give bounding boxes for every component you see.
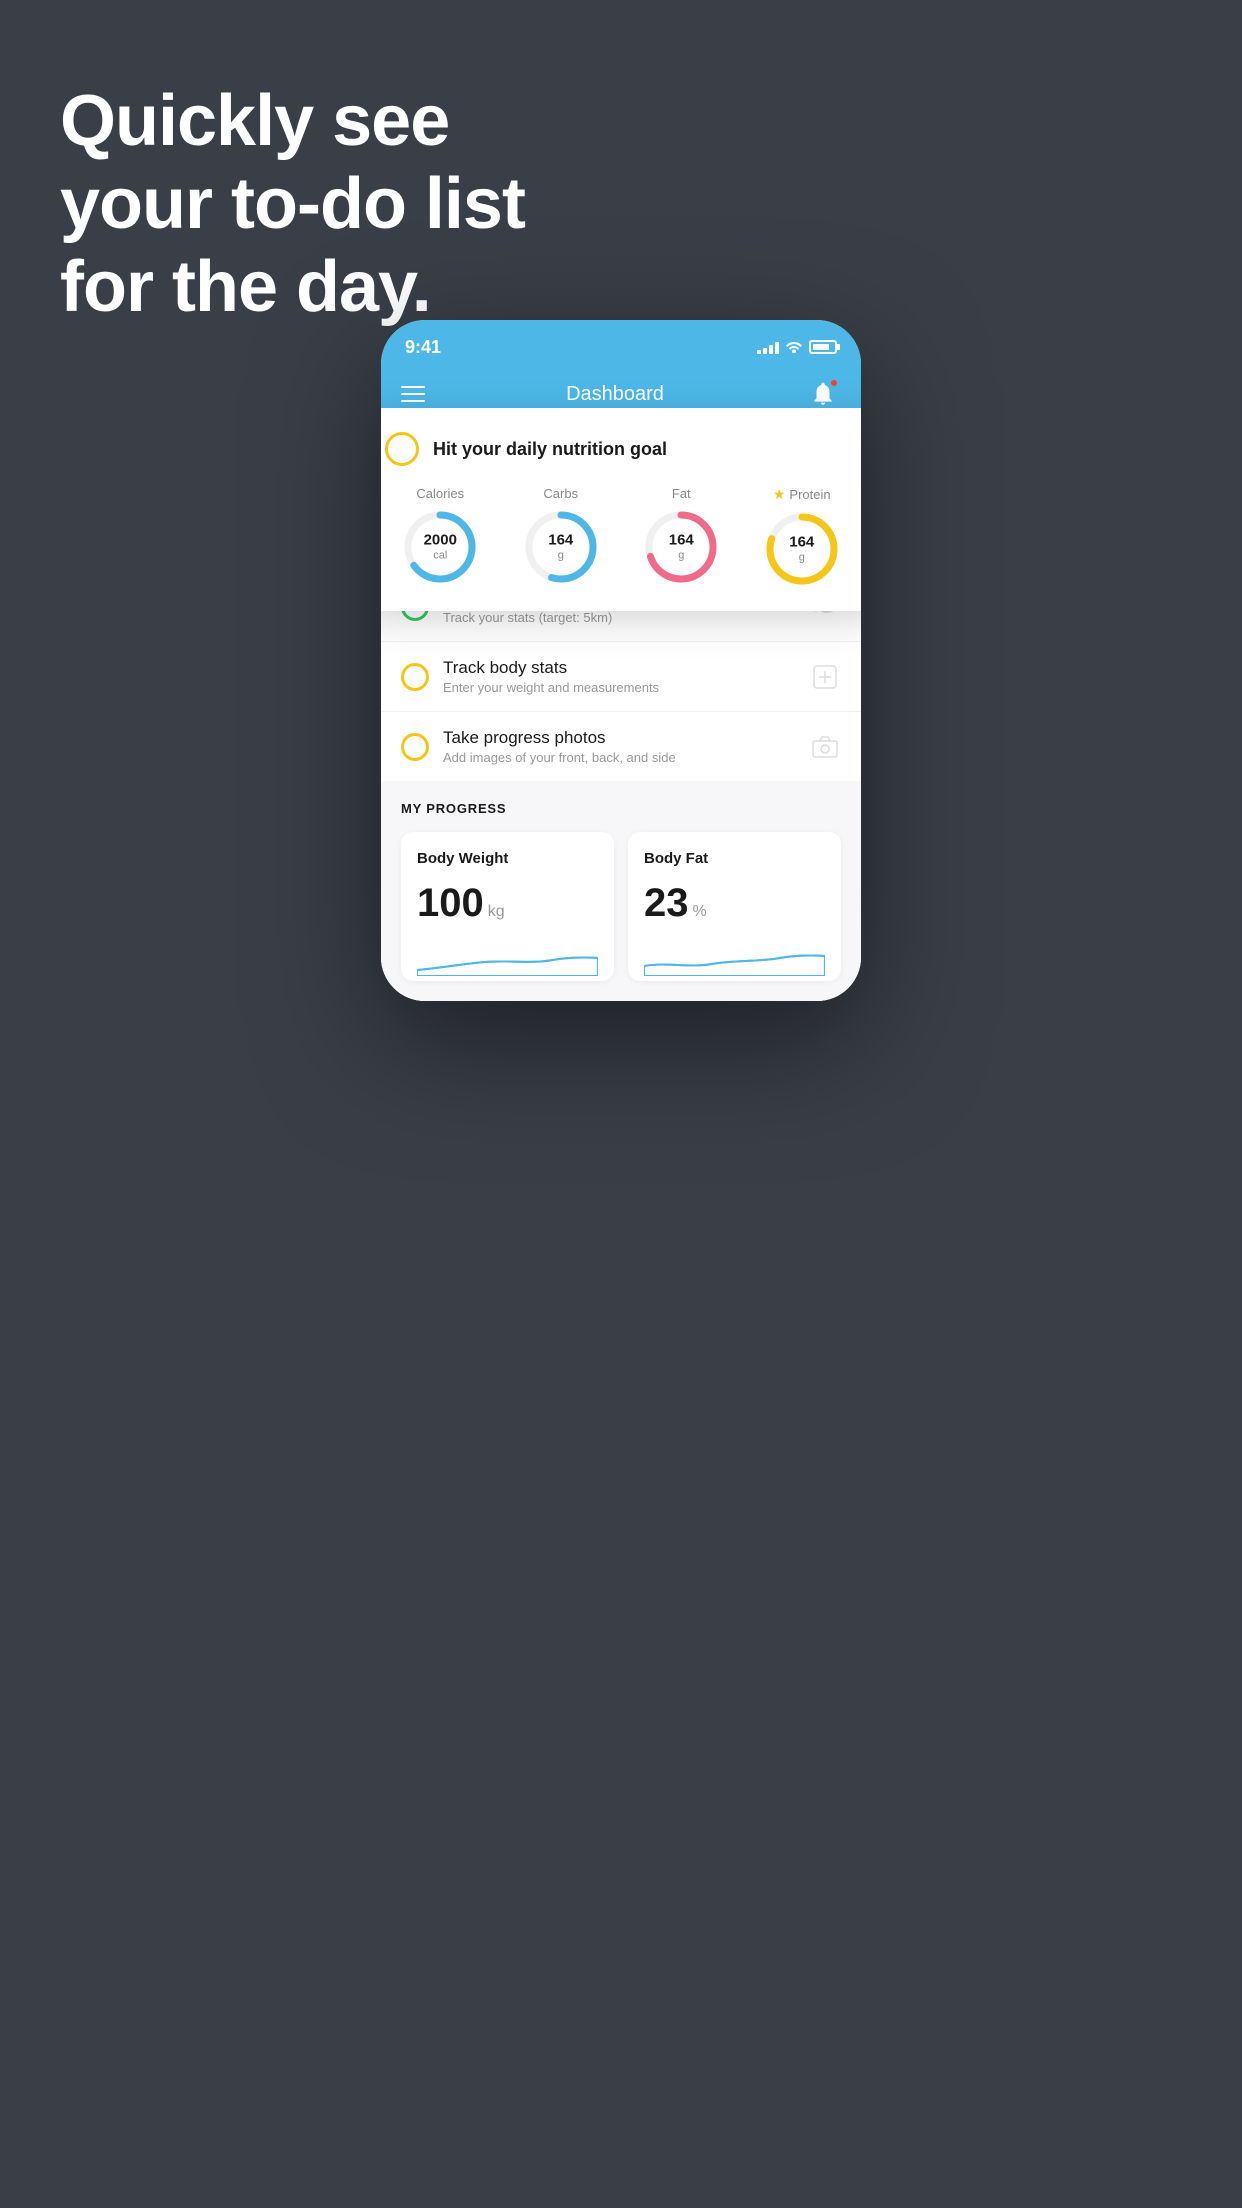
fat-unit: g bbox=[669, 549, 694, 562]
protein-value: 164 bbox=[789, 533, 814, 551]
app-content: THINGS TO DO TODAY Hit your daily nutrit… bbox=[381, 428, 861, 1001]
todo-subtitle-body-stats: Enter your weight and measurements bbox=[443, 680, 795, 695]
hamburger-menu[interactable] bbox=[401, 386, 425, 402]
wifi-icon bbox=[785, 339, 803, 356]
body-weight-title: Body Weight bbox=[417, 850, 598, 867]
fat-label: Fat bbox=[672, 486, 691, 501]
todo-subtitle-running: Track your stats (target: 5km) bbox=[443, 610, 795, 625]
todo-title-progress-photos: Take progress photos bbox=[443, 728, 795, 748]
body-fat-chart bbox=[644, 940, 825, 976]
carbs-unit: g bbox=[548, 549, 573, 562]
todo-text-body-stats: Track body stats Enter your weight and m… bbox=[443, 658, 795, 695]
carbs-item: Carbs 164 g bbox=[523, 486, 599, 587]
body-fat-value: 23 bbox=[644, 881, 689, 926]
body-weight-unit: kg bbox=[488, 903, 505, 921]
status-time: 9:41 bbox=[405, 337, 441, 358]
protein-unit: g bbox=[789, 551, 814, 564]
scale-icon bbox=[809, 661, 841, 693]
todo-item-progress-photos[interactable]: Take progress photos Add images of your … bbox=[381, 711, 861, 781]
status-icons bbox=[757, 339, 837, 356]
battery-icon bbox=[809, 340, 837, 354]
body-weight-chart bbox=[417, 940, 598, 976]
hero-line2: your to-do list bbox=[60, 163, 525, 246]
phone-mockup: 9:41 Dashboard bbox=[381, 320, 861, 1001]
hero-text: Quickly see your to-do list for the day. bbox=[60, 80, 525, 328]
carbs-value: 164 bbox=[548, 531, 573, 549]
nutrition-card: Hit your daily nutrition goal Calories 2… bbox=[381, 408, 861, 611]
body-weight-card[interactable]: Body Weight 100 kg bbox=[401, 832, 614, 981]
notification-dot bbox=[829, 378, 839, 388]
fat-item: Fat 164 g bbox=[643, 486, 719, 587]
nav-title: Dashboard bbox=[566, 383, 664, 406]
todo-item-body-stats[interactable]: Track body stats Enter your weight and m… bbox=[381, 641, 861, 711]
calories-value: 2000 bbox=[424, 531, 457, 549]
my-progress-header: MY PROGRESS bbox=[401, 801, 841, 816]
carbs-label: Carbs bbox=[543, 486, 578, 501]
protein-label: ★ Protein bbox=[773, 486, 831, 503]
body-fat-title: Body Fat bbox=[644, 850, 825, 867]
hero-line1: Quickly see bbox=[60, 80, 525, 163]
carbs-donut: 164 g bbox=[523, 509, 599, 585]
calories-donut: 2000 cal bbox=[402, 509, 478, 585]
hero-line3: for the day. bbox=[60, 246, 525, 329]
star-icon: ★ bbox=[773, 486, 786, 503]
todo-circle-progress-photos bbox=[401, 733, 429, 761]
protein-donut: 164 g bbox=[764, 511, 840, 587]
nutrition-grid: Calories 2000 cal Carbs bbox=[385, 486, 857, 587]
todo-subtitle-progress-photos: Add images of your front, back, and side bbox=[443, 750, 795, 765]
calories-label: Calories bbox=[416, 486, 464, 501]
todo-title-body-stats: Track body stats bbox=[443, 658, 795, 678]
fat-donut: 164 g bbox=[643, 509, 719, 585]
camera-icon bbox=[809, 731, 841, 763]
todo-circle-body-stats bbox=[401, 663, 429, 691]
todo-text-progress-photos: Take progress photos Add images of your … bbox=[443, 728, 795, 765]
body-weight-value: 100 bbox=[417, 881, 484, 926]
nutrition-card-title: Hit your daily nutrition goal bbox=[433, 439, 667, 460]
status-bar: 9:41 bbox=[381, 320, 861, 364]
progress-section: MY PROGRESS Body Weight 100 kg bbox=[381, 781, 861, 1001]
body-fat-card[interactable]: Body Fat 23 % bbox=[628, 832, 841, 981]
progress-cards: Body Weight 100 kg Body Fat bbox=[401, 832, 841, 1001]
signal-icon bbox=[757, 340, 779, 354]
fat-value: 164 bbox=[669, 531, 694, 549]
calories-unit: cal bbox=[424, 549, 457, 562]
protein-item: ★ Protein 164 g bbox=[764, 486, 840, 587]
nutrition-check-circle[interactable] bbox=[385, 432, 419, 466]
calories-item: Calories 2000 cal bbox=[402, 486, 478, 587]
body-fat-unit: % bbox=[693, 903, 707, 921]
notification-bell-button[interactable] bbox=[805, 376, 841, 412]
